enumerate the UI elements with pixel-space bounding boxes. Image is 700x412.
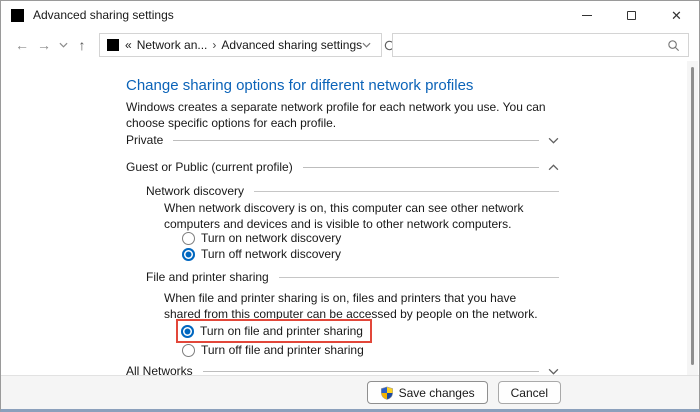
radio-turn-off-file-printer-sharing[interactable]: Turn off file and printer sharing xyxy=(182,342,364,358)
file-sharing-description: When file and printer sharing is on, fil… xyxy=(164,291,556,322)
subsection-network-discovery: Network discovery xyxy=(146,182,559,200)
file-sharing-title: File and printer sharing xyxy=(146,270,269,284)
radio-label: Turn off network discovery xyxy=(201,247,341,261)
breadcrumb-parent[interactable]: Network an... xyxy=(137,38,208,52)
minimize-icon xyxy=(582,15,592,16)
chevron-down-icon[interactable] xyxy=(547,137,559,144)
divider xyxy=(279,277,559,278)
page-intro: Windows creates a separate network profi… xyxy=(126,100,562,131)
cancel-button[interactable]: Cancel xyxy=(498,381,561,404)
search-icon[interactable] xyxy=(667,39,680,52)
section-private[interactable]: Private xyxy=(126,131,559,149)
maximize-button[interactable] xyxy=(609,1,654,29)
advanced-sharing-settings-window: Advanced sharing settings ✕ ← → ↑ « Netw… xyxy=(0,0,700,412)
uac-shield-icon xyxy=(380,386,394,400)
scrollbar-thumb[interactable] xyxy=(691,67,694,365)
recent-pages-dropdown[interactable] xyxy=(55,42,71,48)
up-button[interactable]: ↑ xyxy=(71,37,93,53)
forward-button[interactable]: → xyxy=(33,37,55,53)
chevron-up-icon[interactable] xyxy=(547,164,559,171)
section-private-label: Private xyxy=(126,133,163,147)
radio-turn-on-file-printer-sharing[interactable]: Turn on file and printer sharing xyxy=(181,323,363,339)
save-changes-button[interactable]: Save changes xyxy=(367,381,488,404)
radio-selected-icon[interactable] xyxy=(181,325,194,338)
radio-selected-icon[interactable] xyxy=(182,248,195,261)
radio-label: Turn off file and printer sharing xyxy=(201,343,364,357)
highlighted-option-box: Turn on file and printer sharing xyxy=(176,319,372,343)
page-title: Change sharing options for different net… xyxy=(126,77,473,94)
search-box xyxy=(392,33,689,57)
close-button[interactable]: ✕ xyxy=(654,1,699,29)
divider xyxy=(254,191,559,192)
divider xyxy=(303,167,539,168)
section-guest-or-public[interactable]: Guest or Public (current profile) xyxy=(126,158,559,176)
maximize-icon xyxy=(627,11,636,20)
search-input[interactable] xyxy=(401,38,667,52)
back-button[interactable]: ← xyxy=(11,37,33,53)
radio-label: Turn on file and printer sharing xyxy=(200,324,363,338)
radio-unselected-icon[interactable] xyxy=(182,232,195,245)
settings-content: Change sharing options for different net… xyxy=(1,61,699,375)
navigation-toolbar: ← → ↑ « Network an... › Advanced sharing… xyxy=(1,29,699,61)
breadcrumb-current[interactable]: Advanced sharing settings xyxy=(221,38,362,52)
section-all-networks-label: All Networks xyxy=(126,364,193,375)
cancel-label: Cancel xyxy=(511,386,548,400)
save-changes-label: Save changes xyxy=(399,386,475,400)
folder-icon xyxy=(107,39,119,51)
titlebar: Advanced sharing settings ✕ xyxy=(1,1,699,29)
subsection-file-printer-sharing: File and printer sharing xyxy=(146,268,559,286)
divider xyxy=(173,140,539,141)
minimize-button[interactable] xyxy=(564,1,609,29)
section-guest-label: Guest or Public (current profile) xyxy=(126,160,293,174)
radio-turn-off-network-discovery[interactable]: Turn off network discovery xyxy=(182,246,341,262)
close-icon: ✕ xyxy=(671,9,682,22)
vertical-scrollbar[interactable] xyxy=(687,61,698,375)
divider xyxy=(203,371,539,372)
window-title: Advanced sharing settings xyxy=(33,8,174,22)
chevron-down-icon[interactable] xyxy=(547,368,559,375)
window-controls: ✕ xyxy=(564,1,699,29)
address-dropdown-icon[interactable] xyxy=(362,42,371,48)
app-icon xyxy=(11,9,24,22)
address-bar[interactable]: « Network an... › Advanced sharing setti… xyxy=(99,33,382,57)
footer-bar: Save changes Cancel xyxy=(1,375,699,409)
breadcrumb-separator: › xyxy=(212,38,216,52)
radio-label: Turn on network discovery xyxy=(201,231,341,245)
breadcrumb-prefix: « xyxy=(125,38,132,52)
network-discovery-description: When network discovery is on, this compu… xyxy=(164,201,556,232)
radio-turn-on-network-discovery[interactable]: Turn on network discovery xyxy=(182,230,341,246)
network-discovery-title: Network discovery xyxy=(146,184,244,198)
chevron-down-icon xyxy=(59,42,68,48)
section-all-networks[interactable]: All Networks xyxy=(126,362,559,375)
radio-unselected-icon[interactable] xyxy=(182,344,195,357)
